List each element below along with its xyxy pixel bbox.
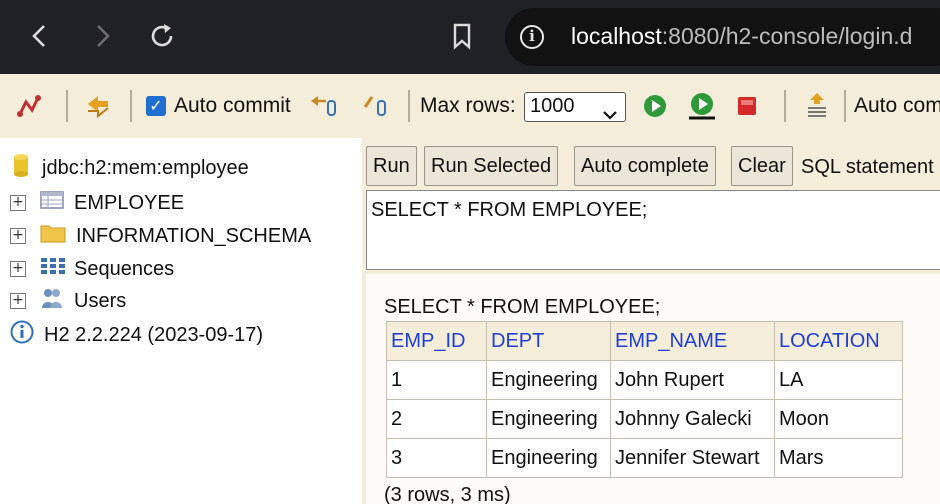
commit-icon[interactable] — [362, 74, 390, 138]
checkbox-checked-icon[interactable]: ✓ — [146, 96, 166, 116]
table-cell: 2 — [386, 399, 487, 439]
max-rows-value: 1000 — [530, 95, 575, 117]
sequences-icon — [40, 256, 66, 282]
table-cell: Engineering — [486, 438, 611, 478]
refresh-icon[interactable] — [84, 74, 112, 138]
run-button[interactable]: Run — [366, 146, 417, 186]
auto-commit-label: Auto commit — [174, 74, 291, 138]
sql-statement-label: SQL statement — [801, 156, 934, 178]
history-icon[interactable] — [804, 74, 830, 138]
tree-item-sequences[interactable]: + Sequences — [10, 254, 174, 284]
address-bar[interactable]: i localhost:8080/h2-console/login.d — [505, 8, 940, 66]
table-cell: Moon — [774, 399, 903, 439]
disconnect-icon[interactable] — [16, 74, 44, 138]
table-cell: Mars — [774, 438, 903, 478]
version-label: H2 2.2.224 (2023-09-17) — [44, 323, 264, 346]
column-header[interactable]: LOCATION — [774, 321, 903, 361]
stop-icon[interactable] — [736, 74, 758, 138]
query-panel: Run Run Selected Auto complete Clear SQL… — [362, 138, 940, 504]
sql-editor[interactable]: SELECT * FROM EMPLOYEE; — [366, 190, 940, 270]
table-cell: Jennifer Stewart — [610, 438, 775, 478]
users-icon — [40, 286, 64, 316]
run-icon[interactable] — [642, 74, 668, 138]
reload-icon[interactable] — [144, 18, 180, 54]
table-cell: LA — [774, 360, 903, 400]
rollback-icon[interactable] — [308, 74, 338, 138]
run-selected-icon[interactable] — [686, 74, 718, 138]
connection-label: jdbc:h2:mem:employee — [42, 156, 249, 179]
table-cell: John Rupert — [610, 360, 775, 400]
expand-icon[interactable]: + — [10, 293, 26, 309]
chevron-down-icon — [603, 101, 617, 128]
tree-item-information-schema[interactable]: + INFORMATION_SCHEMA — [10, 221, 311, 251]
folder-icon — [40, 222, 66, 250]
results-table: EMP_ID DEPT EMP_NAME LOCATION 1 Engineer… — [386, 321, 903, 478]
info-icon — [10, 320, 34, 350]
auto-complete-text: Auto com — [854, 94, 940, 117]
column-header[interactable]: EMP_NAME — [610, 321, 775, 361]
clear-button[interactable]: Clear — [731, 146, 793, 186]
url-host: localhost — [571, 23, 662, 49]
database-icon — [12, 153, 30, 183]
table-cell: Engineering — [486, 399, 611, 439]
expand-icon[interactable]: + — [10, 228, 26, 244]
h2-toolbar: ✓ Auto commit Max rows: Auto com — [0, 74, 940, 138]
table-cell: 3 — [386, 438, 487, 478]
forward-icon[interactable] — [84, 18, 120, 54]
expand-icon[interactable]: + — [10, 261, 26, 277]
table-header-row: EMP_ID DEPT EMP_NAME LOCATION — [386, 321, 903, 361]
table-cell: Johnny Galecki — [610, 399, 775, 439]
run-selected-button[interactable]: Run Selected — [424, 146, 559, 186]
tree-connection[interactable]: jdbc:h2:mem:employee — [12, 153, 249, 183]
tree-item-label: INFORMATION_SCHEMA — [76, 224, 312, 247]
column-header[interactable]: DEPT — [486, 321, 611, 361]
tree-item-label: Users — [74, 289, 127, 312]
tree-version: H2 2.2.224 (2023-09-17) — [10, 320, 263, 350]
back-icon[interactable] — [22, 18, 58, 54]
table-row: 1 Engineering John Rupert LA — [386, 360, 903, 400]
table-cell: 1 — [386, 360, 487, 400]
auto-complete-label: Auto com — [854, 74, 940, 138]
browser-toolbar: i localhost:8080/h2-console/login.d — [0, 0, 940, 74]
site-info-icon[interactable]: i — [520, 25, 544, 49]
table-row: 2 Engineering Johnny Galecki Moon — [386, 399, 903, 439]
results-panel: SELECT * FROM EMPLOYEE; EMP_ID DEPT EMP_… — [366, 274, 940, 504]
auto-commit-checkbox[interactable]: ✓ — [146, 74, 166, 138]
tree-item-employee[interactable]: + EMPLOYEE — [10, 188, 184, 218]
tree-item-label: EMPLOYEE — [74, 191, 185, 214]
table-row: 3 Engineering Jennifer Stewart Mars — [386, 438, 903, 478]
result-query: SELECT * FROM EMPLOYEE; — [384, 296, 661, 318]
url-text[interactable]: localhost:8080/h2-console/login.d — [571, 23, 912, 50]
schema-tree: jdbc:h2:mem:employee + EMPLOYEE + INFORM… — [0, 138, 362, 504]
tree-item-users[interactable]: + Users — [10, 286, 126, 316]
table-icon — [40, 190, 64, 216]
results-footer: (3 rows, 3 ms) — [384, 484, 511, 504]
table-cell: Engineering — [486, 360, 611, 400]
sql-text: SELECT * FROM EMPLOYEE; — [371, 199, 648, 221]
max-rows-text: Max rows: — [420, 94, 516, 117]
max-rows-select[interactable]: 1000 — [524, 92, 626, 122]
expand-icon[interactable]: + — [10, 195, 26, 211]
bookmark-icon[interactable] — [444, 18, 480, 54]
tree-item-label: Sequences — [74, 257, 175, 280]
max-rows-label: Max rows: — [420, 74, 516, 138]
url-path: :8080/h2-console/login.d — [661, 23, 913, 49]
auto-commit-text: Auto commit — [174, 94, 291, 117]
auto-complete-button[interactable]: Auto complete — [574, 146, 716, 186]
column-header[interactable]: EMP_ID — [386, 321, 487, 361]
